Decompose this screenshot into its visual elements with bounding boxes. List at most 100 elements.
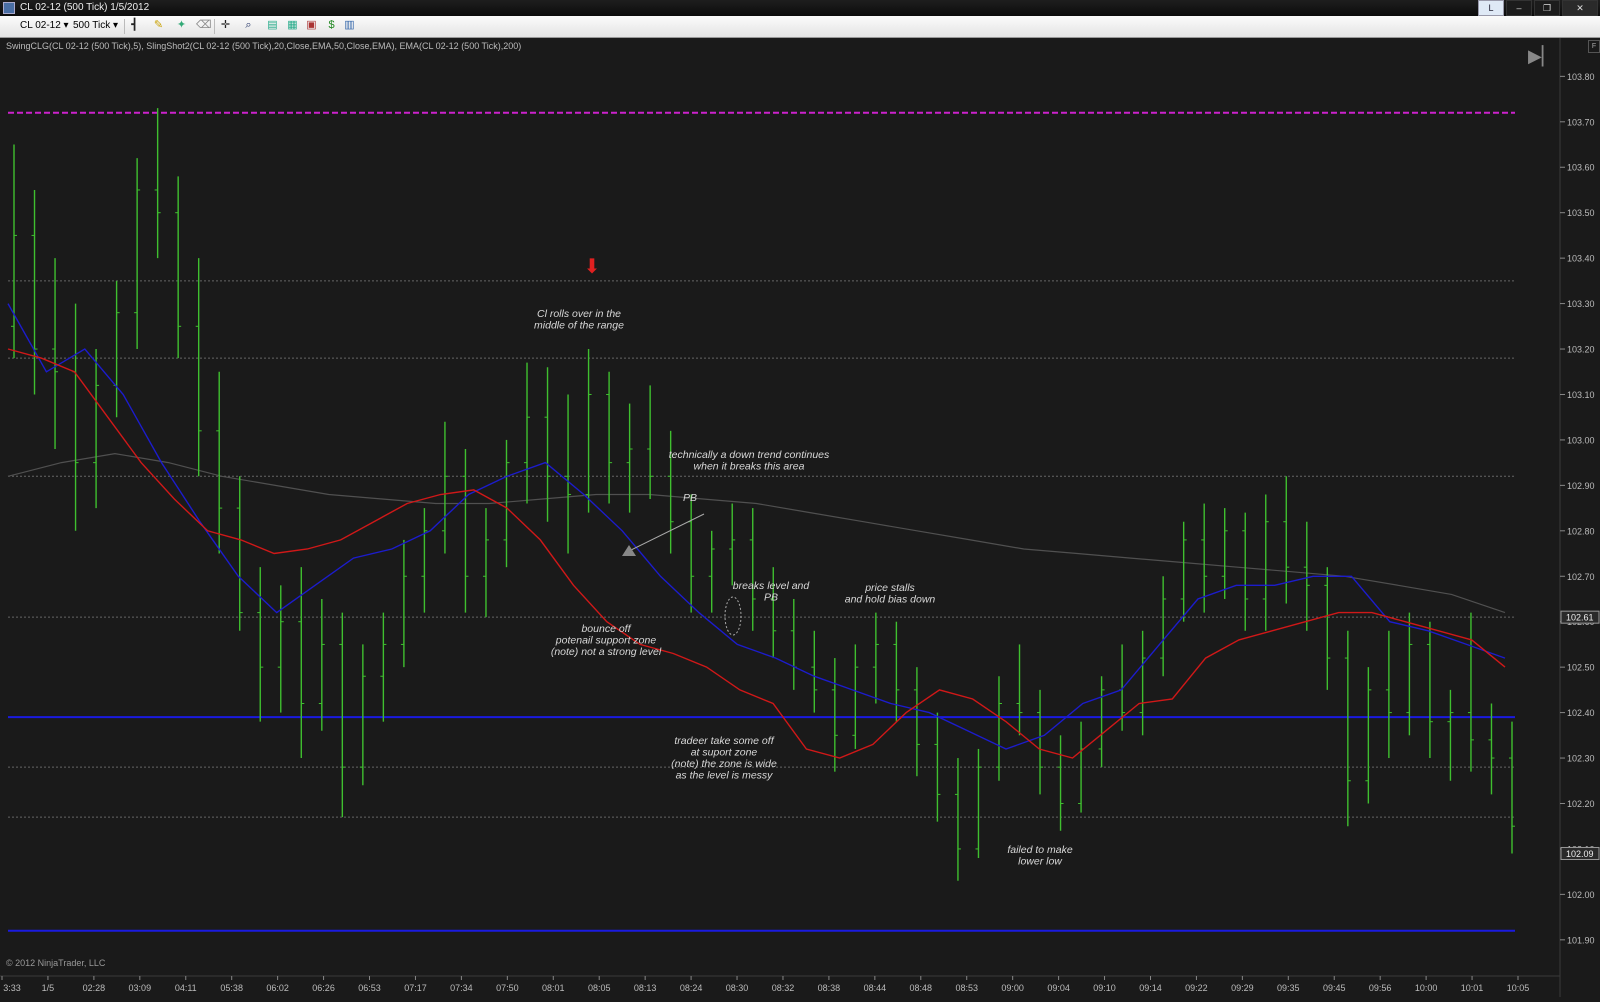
ohlc-bar (380, 612, 387, 722)
down-arrow-icon: ⬇ (584, 256, 601, 278)
y-tick-label: 103.80 (1567, 72, 1595, 82)
ohlc-bar (831, 658, 838, 772)
y-tick-label: 103.30 (1567, 299, 1595, 309)
ohlc-bar (626, 403, 633, 513)
window-controls: L – ❐ ✕ (1478, 0, 1598, 16)
ohlc-bar (1242, 512, 1249, 631)
link-button[interactable]: L (1478, 0, 1504, 16)
y-tick-label: 101.90 (1567, 935, 1595, 945)
chart-annotation: breaks level and PB (733, 580, 811, 604)
ohlc-bar (236, 476, 243, 631)
chart-toolbar: CL 02-12 ▾ 500 Tick ▾ ┫ ✎ ✦ ⌫ ✛ ⌕ ▤ ▦ ▣ … (0, 16, 1600, 38)
y-tick-label: 102.90 (1567, 481, 1595, 491)
ohlc-bar (154, 108, 161, 259)
properties-icon[interactable]: ▣ (305, 19, 318, 32)
ema-fast-line (7, 348, 1506, 759)
ohlc-bar (400, 539, 407, 668)
layout-icon[interactable]: ▥ (343, 19, 356, 32)
x-tick-label: 08:44 (864, 983, 887, 993)
ohlc-bar (893, 621, 900, 722)
x-tick-label: 04:11 (175, 983, 197, 993)
ohlc-bar (647, 385, 654, 499)
ema-slow-line (7, 303, 1506, 750)
price-marker-label: 102.09 (1566, 849, 1594, 859)
ohlc-bar (524, 362, 531, 504)
window-title: CL 02-12 (500 Tick) 1/5/2012 (20, 2, 150, 13)
chart-area[interactable]: Cl rolls over in the middle of the range t… (0, 38, 1600, 997)
ohlc-bar (1221, 508, 1228, 599)
ohlc-bar (257, 567, 264, 722)
x-tick-label: 08:01 (542, 983, 565, 993)
ohlc-bar (1365, 667, 1372, 804)
annotation-line: and hold bias down (845, 594, 936, 606)
instrument-selector[interactable]: CL 02-12 ▾ (20, 20, 69, 31)
save-icon[interactable]: $ (325, 19, 338, 32)
chart-annotation: Cl rolls over in the middle of the range (534, 308, 624, 332)
x-tick-label: 09:22 (1185, 983, 1208, 993)
x-tick-label: 09:14 (1139, 983, 1162, 993)
y-tick-label: 103.10 (1567, 390, 1595, 400)
annotation-line: at suport zone (691, 747, 758, 759)
ohlc-bar (954, 758, 961, 881)
x-tick-label: 05:38 (220, 983, 243, 993)
x-tick-label: 08:30 (726, 983, 749, 993)
ohlc-bar (503, 439, 510, 568)
chart-annotation: technically a down trend continues when i… (669, 449, 830, 473)
annotation-line: tradeer take some off (674, 735, 774, 747)
x-tick-label: 08:24 (680, 983, 703, 993)
crosshair-icon[interactable]: ✛ (219, 19, 232, 32)
ohlc-bar (31, 189, 38, 395)
minimize-button[interactable]: – (1506, 0, 1532, 16)
x-tick-label: 07:17 (404, 983, 427, 993)
ohlc-bar (11, 144, 17, 359)
chart-annotation: bounce off potenail support zone (note) no… (551, 623, 662, 658)
x-tick-label: 08:48 (910, 983, 933, 993)
close-button[interactable]: ✕ (1562, 0, 1598, 16)
strategy-icon[interactable]: ▤ (266, 19, 279, 32)
copyright: © 2012 NinjaTrader, LLC (6, 958, 106, 968)
x-tick-label: 3:33 (3, 983, 21, 993)
x-tick-label: 10:01 (1461, 983, 1484, 993)
chart-annotation: price stalls and hold bias down (845, 582, 936, 606)
annotation-line: PB (683, 492, 697, 504)
annotation-line: PB (764, 592, 778, 604)
y-tick-label: 102.30 (1567, 754, 1595, 764)
ohlc-bar (1426, 621, 1433, 759)
ohlc-bar (852, 644, 859, 749)
bar-style-icon[interactable]: ┫ (128, 19, 141, 32)
eraser-icon[interactable]: ⌫ (196, 19, 212, 32)
data-box-icon[interactable]: ▦ (286, 19, 299, 32)
ohlc-bar (790, 598, 797, 690)
y-tick-label: 102.80 (1567, 526, 1595, 536)
ohlc-bar (995, 676, 1002, 781)
x-tick-label: 08:38 (818, 983, 841, 993)
ohlc-bar (688, 494, 695, 613)
ohlc-bar (421, 508, 428, 613)
ohlc-bar (1303, 521, 1310, 631)
ohlc-bar (606, 371, 613, 504)
magnify-icon[interactable]: ⌕ (242, 19, 255, 32)
price-chart[interactable]: Cl rolls over in the middle of the range t… (0, 38, 1600, 997)
price-marker-label: 102.61 (1566, 613, 1594, 623)
ohlc-bar (93, 349, 100, 509)
ohlc-bar (482, 508, 489, 618)
pencil-icon[interactable]: ✎ (152, 19, 165, 32)
y-tick-label: 103.50 (1567, 208, 1595, 218)
restore-button[interactable]: ❐ (1534, 0, 1560, 16)
ohlc-bar (1180, 521, 1187, 622)
app-icon (3, 2, 15, 14)
pin-icon[interactable]: ✦ (175, 19, 188, 32)
chart-annotation: PB (683, 492, 697, 504)
x-tick-label: 06:26 (312, 983, 335, 993)
y-tick-label: 103.40 (1567, 254, 1595, 264)
y-tick-label: 103.00 (1567, 435, 1595, 445)
x-tick-label: 09:45 (1323, 983, 1346, 993)
ohlc-bar (1324, 567, 1331, 690)
interval-label: 500 Tick (73, 20, 111, 31)
x-tick-label: 09:10 (1093, 983, 1116, 993)
ohlc-bar (934, 712, 941, 822)
x-tick-label: 10:05 (1507, 983, 1530, 993)
go-to-end-icon[interactable]: ▶▏ (1528, 46, 1556, 67)
ohlc-bar (175, 176, 182, 359)
interval-selector[interactable]: 500 Tick ▾ (73, 20, 118, 31)
